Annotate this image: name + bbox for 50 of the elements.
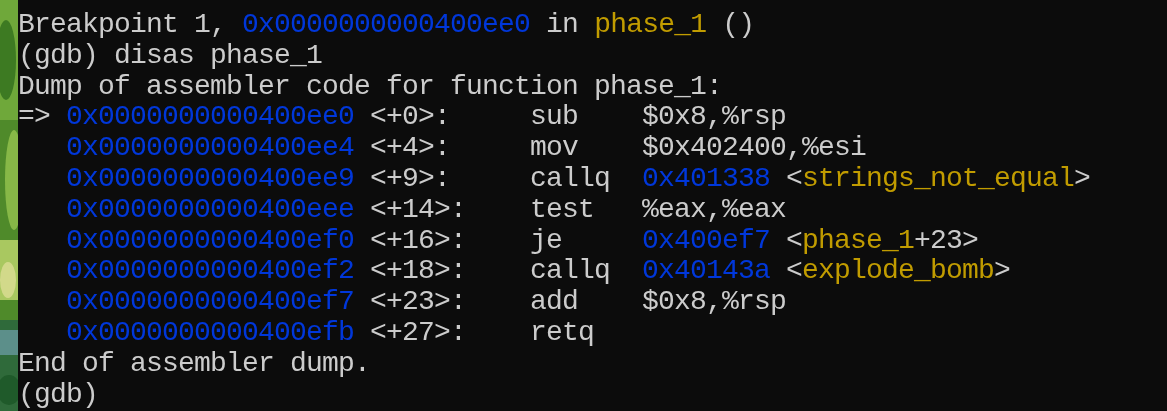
- memory-address: 0x0000000000400ef7: [66, 286, 355, 318]
- instruction-mnemonic: mov: [530, 132, 578, 164]
- instruction-mnemonic: test: [530, 193, 594, 225]
- instruction-operand: $0x8,%rsp: [642, 287, 787, 318]
- memory-address: 0x0000000000400ee0: [242, 10, 531, 41]
- terminal-text: Dump of assembler code for function phase_1:: [18, 71, 723, 103]
- instruction-mnemonic: retq: [530, 316, 594, 348]
- instruction-mnemonic: add: [530, 286, 578, 318]
- instruction-mnemonic: sub: [530, 101, 578, 133]
- terminal-text: Breakpoint 1,: [18, 10, 227, 41]
- instruction-offset: <+9>:: [370, 163, 450, 194]
- memory-address: 0x0000000000400ee9: [66, 163, 355, 194]
- memory-address: 0x400ef7: [642, 225, 771, 257]
- function-name: phase_1: [594, 10, 707, 41]
- bracket-text: >: [994, 256, 1011, 288]
- bracket-text: +23>: [914, 225, 979, 257]
- instruction-mnemonic: callq: [530, 255, 610, 287]
- terminal-text: (gdb): [18, 379, 98, 411]
- memory-address: 0x0000000000400ef0: [66, 224, 355, 256]
- symbol-name: strings_not_equal: [802, 164, 1075, 195]
- memory-address: 0x0000000000400efb: [66, 316, 355, 348]
- terminal-text: End of assembler dump.: [18, 348, 371, 380]
- bracket-text: <: [786, 256, 803, 288]
- instruction-offset: <+18>:: [370, 255, 467, 287]
- instruction-offset: <+16>:: [370, 224, 467, 256]
- memory-address: 0x0000000000400ef2: [66, 255, 355, 287]
- terminal-text: (gdb) disas phase_1: [18, 40, 323, 72]
- instruction-offset: <+14>:: [370, 193, 467, 225]
- bracket-text: <: [786, 225, 803, 257]
- memory-address: 0x0000000000400eee: [66, 193, 355, 225]
- memory-address: 0x0000000000400ee0: [66, 101, 355, 133]
- bracket-text: >: [1074, 164, 1091, 195]
- symbol-name: phase_1: [802, 225, 915, 257]
- instruction-operand: $0x8,%rsp: [642, 102, 787, 134]
- terminal-text: (): [722, 10, 755, 41]
- bracket-text: <: [786, 164, 803, 195]
- instruction-offset: <+27>:: [370, 316, 467, 348]
- memory-address: 0x401338: [642, 164, 771, 195]
- instruction-offset: <+0>:: [370, 101, 450, 133]
- symbol-name: explode_bomb: [802, 256, 995, 288]
- current-instruction-marker: =>: [18, 101, 50, 133]
- instruction-mnemonic: je: [530, 224, 562, 256]
- instruction-mnemonic: callq: [530, 163, 610, 194]
- terminal-text: in: [546, 10, 579, 41]
- memory-address: 0x0000000000400ee4: [66, 132, 355, 164]
- instruction-offset: <+23>:: [370, 286, 467, 318]
- instruction-operand: %eax,%eax: [642, 194, 787, 226]
- memory-address: 0x40143a: [642, 256, 771, 288]
- instruction-operand: $0x402400,%esi: [642, 133, 867, 164]
- instruction-offset: <+4>:: [370, 132, 450, 164]
